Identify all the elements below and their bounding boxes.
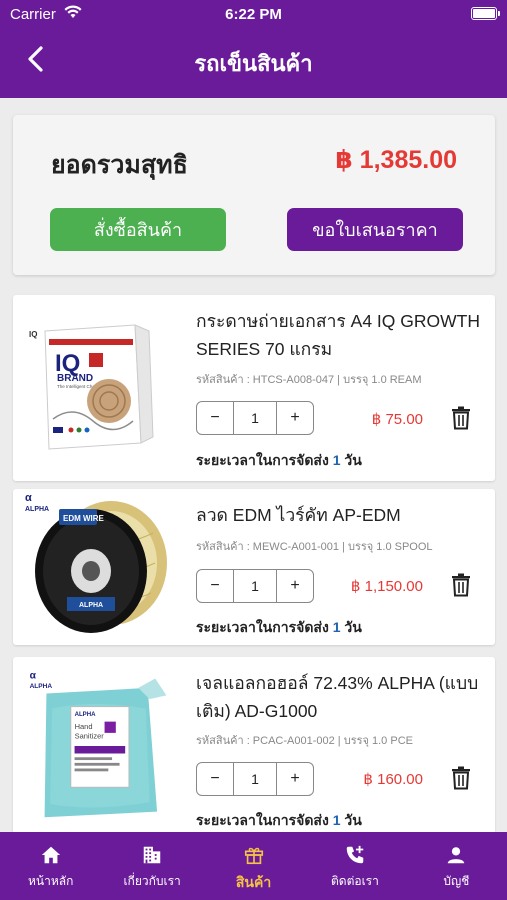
battery-icon [471,7,500,20]
cart-item: IQ IQ BRAND The Intelligent Choice กระดา… [13,295,495,481]
product-image-paper: IQ IQ BRAND The Intelligent Choice [29,324,154,450]
delivery-time: ระยะเวลาในการจัดส่ง 1 วัน [196,450,362,472]
product-meta: รหัสสินค้า : MEWC-A001-001 | บรรจุ 1.0 S… [196,541,433,553]
person-icon [448,847,465,864]
pouch-label-line2: Sanitizer [75,732,105,741]
cart-summary: ยอดรวมสุทธิ ฿ 1,385.00 สั่งซื้อสินค้า ขอ… [13,115,495,275]
tab-home[interactable]: หน้าหลัก [0,832,101,900]
tab-label: เกี่ยวกับเรา [123,874,181,888]
pouch-label-logo: ALPHA [75,711,97,718]
paper-brand-word: BRAND [57,373,93,384]
tab-account[interactable]: บัญชี [406,832,507,900]
clock: 6:22 PM [225,6,282,23]
cart-item: ALPHA Hand Sanitizer α ALPHA เจลแอลกอฮอล… [13,657,495,857]
order-button[interactable]: สั่งซื้อสินค้า [50,208,226,251]
product-price: ฿ 160.00 [363,771,423,788]
product-name[interactable]: กระดาษถ่ายเอกสาร A4 IQ GROWTH SERIES 70 … [196,307,491,363]
increase-button[interactable]: + [277,570,313,602]
status-bar: Carrier 6:22 PM [0,0,507,28]
product-meta: รหัสสินค้า : HTCS-A008-047 | บรรจุ 1.0 R… [196,374,422,386]
phone-add-icon [346,845,364,864]
building-icon [143,846,161,864]
product-price: ฿ 1,150.00 [350,578,423,595]
spool-label: EDM WIRE [63,514,105,523]
tab-label: สินค้า [235,874,272,890]
quantity-value[interactable]: 1 [233,763,277,795]
quantity-stepper: − 1 + [196,401,314,435]
gift-icon [244,847,263,865]
quantity-stepper: − 1 + [196,569,314,603]
total-value: ฿ 1,385.00 [335,146,457,174]
cart-item: EDM WIRE ALPHA α ALPHA ลวด EDM ไวร์คัท A… [13,489,495,645]
bottom-tab-bar: หน้าหลัก เกี่ยวกับเรา สินค้า ติดต่อเรา บ… [0,832,507,900]
spool-sublabel: ALPHA [79,602,103,609]
alpha-logo: ALPHA [25,506,49,513]
decrease-button[interactable]: − [197,570,233,602]
app-header: Carrier 6:22 PM รถเข็นสินค้า [0,0,507,98]
home-icon [41,846,60,864]
delivery-label: ระยะเวลาในการจัดส่ง [196,619,329,635]
tab-label: หน้าหลัก [28,874,74,888]
delivery-unit: วัน [344,452,362,468]
pouch-label-line1: Hand [75,722,93,731]
delivery-label: ระยะเวลาในการจัดส่ง [196,452,329,468]
svg-text:α: α [30,671,37,682]
tab-about[interactable]: เกี่ยวกับเรา [101,832,202,900]
product-name[interactable]: ลวด EDM ไวร์คัท AP-EDM [196,501,491,529]
delivery-days: 1 [332,452,341,468]
trash-icon[interactable] [451,406,471,430]
svg-text:α: α [25,493,32,504]
tab-products[interactable]: สินค้า [203,832,304,900]
alpha-logo: ALPHA [30,683,53,690]
request-quote-button[interactable]: ขอใบเสนอราคา [287,208,463,251]
product-image-sanitizer-pouch: ALPHA Hand Sanitizer α ALPHA [30,671,167,818]
delivery-time: ระยะเวลาในการจัดส่ง 1 วัน [196,617,362,639]
delivery-unit: วัน [344,619,362,635]
delivery-time: ระยะเวลาในการจัดส่ง 1 วัน [196,810,362,832]
decrease-button[interactable]: − [197,402,233,434]
delivery-days: 1 [332,619,341,635]
decrease-button[interactable]: − [197,763,233,795]
product-name[interactable]: เจลแอลกอฮอล์ 72.43% ALPHA (แบบเติม) AD-G… [196,669,491,725]
page-title: รถเข็นสินค้า [194,51,313,76]
tab-contact[interactable]: ติดต่อเรา [304,832,405,900]
product-price: ฿ 75.00 [371,411,423,428]
tab-label: ติดต่อเรา [330,874,379,888]
trash-icon[interactable] [451,573,471,597]
increase-button[interactable]: + [277,402,313,434]
quantity-value[interactable]: 1 [233,570,277,602]
delivery-unit: วัน [344,812,362,828]
paper-brand-small: IQ [29,330,37,339]
quantity-stepper: − 1 + [196,762,314,796]
increase-button[interactable]: + [277,763,313,795]
delivery-days: 1 [332,812,341,828]
delivery-label: ระยะเวลาในการจัดส่ง [196,812,329,828]
trash-icon[interactable] [451,766,471,790]
product-image-wire-spool: EDM WIRE ALPHA α ALPHA [25,493,167,633]
total-label: ยอดรวมสุทธิ [51,151,188,179]
quantity-value[interactable]: 1 [233,402,277,434]
product-meta: รหัสสินค้า : PCAC-A001-002 | บรรจุ 1.0 P… [196,735,413,747]
tab-label: บัญชี [443,874,470,888]
